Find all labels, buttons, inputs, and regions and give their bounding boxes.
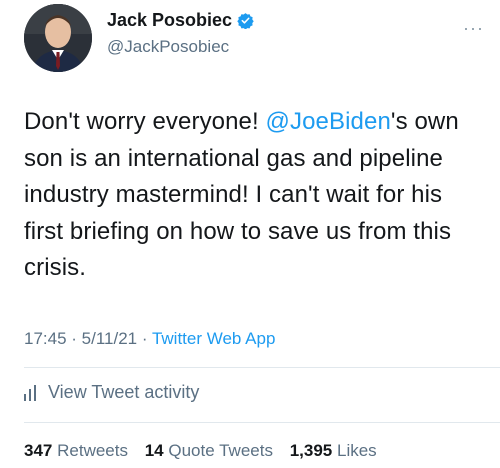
avatar-image xyxy=(24,4,92,72)
likes-count: 1,395 xyxy=(289,441,333,460)
likes-label: Likes xyxy=(336,441,377,460)
view-activity-button[interactable]: View Tweet activity xyxy=(24,382,199,403)
tweet-text-before: Don't worry everyone! xyxy=(24,108,266,135)
author-name[interactable]: Jack Posobiec xyxy=(107,10,232,31)
retweets-stat[interactable]: 347 Retweets xyxy=(24,441,128,460)
quote-tweets-label: Quote Tweets xyxy=(168,441,273,460)
engagement-stats: 347 Retweets 14 Quote Tweets 1,395 Likes xyxy=(24,441,389,461)
tweet-text: Don't worry everyone! @JoeBiden's own so… xyxy=(24,104,486,287)
tweet-header: Jack Posobiec @JackPosobiec ··· xyxy=(24,4,484,74)
meta-separator: · xyxy=(66,329,82,348)
avatar[interactable] xyxy=(24,4,92,72)
tweet-date[interactable]: 5/11/21 xyxy=(82,329,137,348)
divider xyxy=(24,422,500,423)
author-name-row: Jack Posobiec xyxy=(107,10,254,31)
mention-link[interactable]: @JoeBiden xyxy=(266,108,391,135)
divider xyxy=(24,367,500,368)
tweet-time[interactable]: 17:45 xyxy=(24,329,67,348)
quote-tweets-stat[interactable]: 14 Quote Tweets xyxy=(145,441,273,460)
likes-stat[interactable]: 1,395 Likes xyxy=(290,441,377,460)
verified-badge-icon xyxy=(237,13,254,29)
source-app-link[interactable]: Twitter Web App xyxy=(152,329,275,348)
meta-separator: · xyxy=(137,329,152,348)
retweets-label: Retweets xyxy=(57,441,128,460)
tweet-meta: 17:45 · 5/11/21 · Twitter Web App xyxy=(24,329,275,349)
quote-tweets-count: 14 xyxy=(144,441,164,460)
author-block: Jack Posobiec @JackPosobiec xyxy=(107,10,254,57)
retweets-count: 347 xyxy=(24,441,53,460)
view-activity-label: View Tweet activity xyxy=(48,382,200,402)
more-options-icon[interactable]: ··· xyxy=(463,18,484,39)
activity-chart-icon xyxy=(24,384,36,401)
author-handle[interactable]: @JackPosobiec xyxy=(107,37,254,57)
